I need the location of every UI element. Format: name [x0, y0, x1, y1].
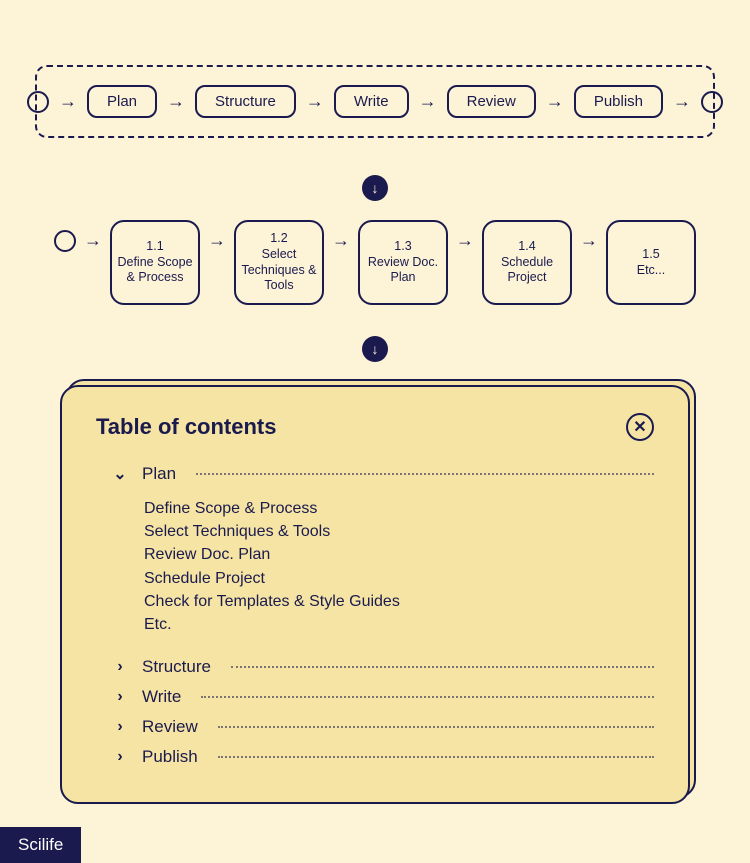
substep-number: 1.2 [270, 231, 287, 247]
toc-section-plan[interactable]: ⌄ Plan [96, 459, 654, 489]
toc-title: Table of contents [96, 414, 277, 440]
substep-1-1: 1.1 Define Scope & Process [110, 220, 200, 305]
arrow-right-icon: → [419, 91, 437, 112]
substep-label: Select Techniques & Tools [240, 247, 318, 294]
toc-subitem[interactable]: Define Scope & Process [144, 497, 654, 520]
substep-1-4: 1.4 Schedule Project [482, 220, 572, 305]
arrow-right-icon: → [167, 91, 185, 112]
substep-1-2: 1.2 Select Techniques & Tools [234, 220, 324, 305]
leader-dots [201, 696, 654, 698]
stage-write: Write [334, 85, 409, 118]
chevron-right-icon: › [112, 688, 128, 706]
chevron-right-icon: › [112, 658, 128, 676]
toc-section-review[interactable]: › Review [96, 712, 654, 742]
stage-structure: Structure [195, 85, 296, 118]
arrow-right-icon: → [456, 230, 474, 251]
substep-label: Schedule Project [488, 255, 566, 286]
substep-label: Review Doc. Plan [364, 255, 442, 286]
leader-dots [196, 473, 654, 475]
toc-section-label: Structure [142, 657, 211, 677]
toc-subitems-plan: Define Scope & Process Select Techniques… [96, 489, 654, 652]
leader-dots [218, 756, 654, 758]
toc-section-write[interactable]: › Write [96, 682, 654, 712]
end-node-icon [701, 91, 723, 113]
arrow-right-icon: → [306, 91, 324, 112]
toc-card: Table of contents ✕ ⌄ Plan Define Scope … [60, 385, 690, 804]
toc-section-label: Write [142, 687, 181, 707]
substep-number: 1.3 [394, 239, 411, 255]
chevron-right-icon: › [112, 748, 128, 766]
substep-number: 1.5 [642, 247, 659, 263]
chevron-right-icon: › [112, 718, 128, 736]
toc-subitem[interactable]: Check for Templates & Style Guides [144, 590, 654, 613]
substep-1-3: 1.3 Review Doc. Plan [358, 220, 448, 305]
arrow-down-icon: ↓ [362, 175, 388, 201]
substep-number: 1.4 [518, 239, 535, 255]
toc-subitem[interactable]: Etc. [144, 613, 654, 636]
arrow-right-icon: → [208, 230, 226, 251]
close-icon[interactable]: ✕ [626, 413, 654, 441]
toc-subitem[interactable]: Select Techniques & Tools [144, 520, 654, 543]
toc-section-label: Publish [142, 747, 198, 767]
arrow-down-icon: ↓ [362, 336, 388, 362]
substep-number: 1.1 [146, 239, 163, 255]
arrow-right-icon: → [84, 230, 102, 251]
flow-stages-container: → Plan → Structure → Write → Review → Pu… [35, 65, 715, 138]
stage-plan: Plan [87, 85, 157, 118]
toc-section-structure[interactable]: › Structure [96, 652, 654, 682]
leader-dots [218, 726, 654, 728]
toc-section-publish[interactable]: › Publish [96, 742, 654, 772]
toc-section-label: Plan [142, 464, 176, 484]
substep-1-5: 1.5 Etc... [606, 220, 696, 305]
flow-substeps-container: → 1.1 Define Scope & Process → 1.2 Selec… [35, 220, 715, 305]
chevron-down-icon: ⌄ [112, 464, 128, 484]
stage-review: Review [447, 85, 536, 118]
toc-section-label: Review [142, 717, 198, 737]
leader-dots [231, 666, 654, 668]
arrow-right-icon: → [332, 230, 350, 251]
stage-publish: Publish [574, 85, 663, 118]
arrow-right-icon: → [546, 91, 564, 112]
toc-subitem[interactable]: Review Doc. Plan [144, 543, 654, 566]
substep-label: Define Scope & Process [116, 255, 194, 286]
substep-label: Etc... [637, 263, 665, 279]
arrow-right-icon: → [580, 230, 598, 251]
toc-subitem[interactable]: Schedule Project [144, 567, 654, 590]
start-node-icon [54, 230, 76, 252]
start-node-icon [27, 91, 49, 113]
arrow-right-icon: → [59, 91, 77, 112]
brand-logo: Scilife [0, 827, 81, 863]
arrow-right-icon: → [673, 91, 691, 112]
